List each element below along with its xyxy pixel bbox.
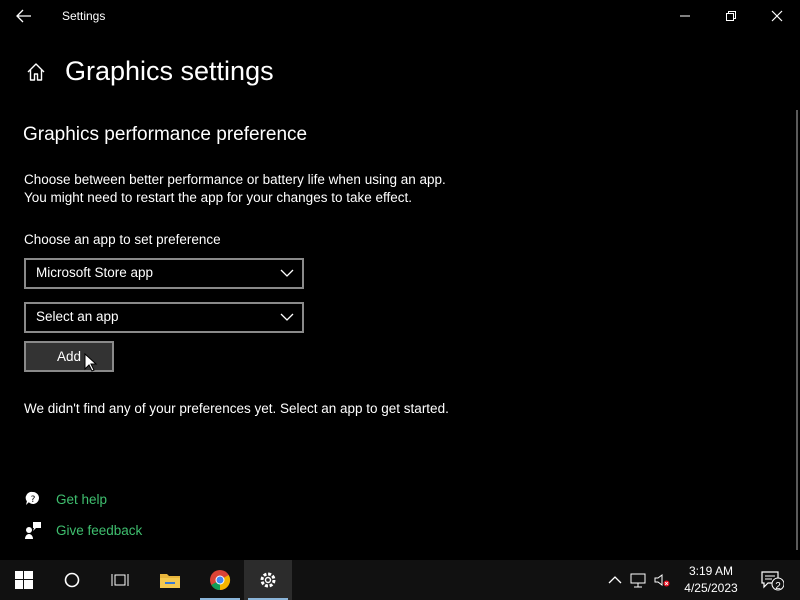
clock-date: 4/25/2023 bbox=[684, 581, 738, 595]
file-explorer-button[interactable] bbox=[146, 560, 194, 600]
give-feedback-link[interactable]: Give feedback bbox=[24, 521, 142, 539]
app-type-dropdown-value: Microsoft Store app bbox=[36, 265, 154, 280]
choose-app-label: Choose an app to set preference bbox=[24, 232, 221, 247]
page-header: Graphics settings bbox=[24, 56, 274, 87]
empty-preferences-notice: We didn't find any of your preferences y… bbox=[24, 401, 449, 416]
back-arrow-icon bbox=[16, 9, 31, 23]
chevron-down-icon bbox=[280, 313, 294, 321]
window-title: Settings bbox=[62, 9, 106, 23]
minimize-icon bbox=[680, 15, 690, 17]
file-explorer-icon bbox=[160, 574, 180, 588]
home-icon bbox=[27, 62, 45, 81]
select-app-dropdown-value: Select an app bbox=[36, 309, 119, 324]
add-button[interactable]: Add bbox=[24, 341, 114, 372]
help-chat-icon: ? bbox=[25, 491, 39, 505]
back-button[interactable] bbox=[8, 4, 40, 28]
cortana-circle-icon bbox=[64, 572, 80, 588]
feedback-icon bbox=[25, 522, 41, 539]
minimize-button[interactable] bbox=[662, 0, 708, 32]
chrome-icon bbox=[210, 570, 231, 591]
select-app-dropdown[interactable]: Select an app bbox=[24, 302, 304, 333]
get-help-link[interactable]: ? Get help bbox=[24, 490, 107, 508]
settings-gear-icon bbox=[260, 572, 276, 588]
chrome-button[interactable] bbox=[196, 560, 244, 600]
windows-start-icon bbox=[15, 571, 33, 589]
mouse-cursor-icon bbox=[84, 353, 98, 372]
description-line-2: You might need to restart the app for yo… bbox=[24, 190, 412, 205]
section-title: Graphics performance preference bbox=[23, 124, 308, 145]
chevron-up-icon[interactable] bbox=[606, 572, 624, 588]
restore-icon bbox=[726, 11, 736, 21]
taskbar-clock[interactable]: 3:19 AM 4/25/2023 bbox=[676, 563, 746, 597]
page-title: Graphics settings bbox=[65, 56, 274, 86]
section-description: Choose between better performance or bat… bbox=[24, 171, 446, 207]
app-type-dropdown[interactable]: Microsoft Store app bbox=[24, 258, 304, 289]
action-center-button[interactable]: 2 bbox=[752, 560, 792, 600]
close-icon bbox=[771, 10, 783, 22]
give-feedback-label: Give feedback bbox=[56, 522, 143, 538]
restore-button[interactable] bbox=[708, 0, 754, 32]
home-button[interactable] bbox=[24, 60, 48, 84]
settings-button[interactable] bbox=[244, 560, 292, 600]
notification-count: 2 bbox=[775, 581, 781, 592]
start-button[interactable] bbox=[0, 560, 48, 600]
volume-muted-icon[interactable] bbox=[653, 572, 671, 588]
title-bar: Settings bbox=[0, 0, 800, 32]
cortana-button[interactable] bbox=[48, 560, 96, 600]
close-button[interactable] bbox=[754, 0, 800, 32]
network-icon[interactable] bbox=[630, 572, 648, 588]
svg-text:?: ? bbox=[31, 495, 36, 505]
task-view-icon bbox=[111, 574, 129, 586]
task-view-button[interactable] bbox=[96, 560, 144, 600]
clock-time: 3:19 AM bbox=[688, 564, 734, 578]
scrollbar[interactable] bbox=[796, 110, 798, 550]
taskbar: 3:19 AM 4/25/2023 2 bbox=[0, 560, 800, 600]
get-help-label: Get help bbox=[56, 491, 108, 507]
description-line-1: Choose between better performance or bat… bbox=[24, 172, 446, 187]
chevron-down-icon bbox=[280, 269, 294, 277]
